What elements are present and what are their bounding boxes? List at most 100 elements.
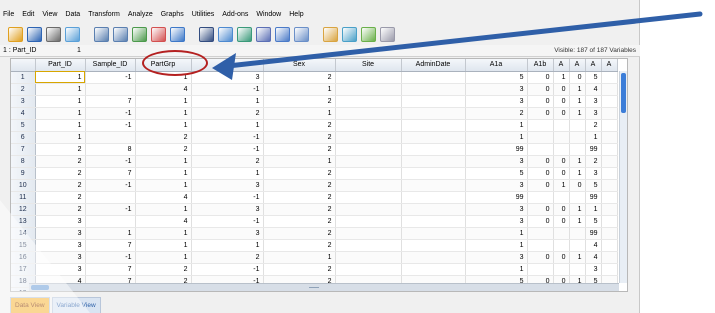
- row-number[interactable]: 11: [11, 191, 36, 204]
- data-cell[interactable]: [601, 167, 618, 180]
- data-cell[interactable]: 3: [465, 155, 528, 168]
- data-cell[interactable]: [601, 71, 618, 84]
- menu-item-help[interactable]: Help: [289, 8, 303, 22]
- data-cell[interactable]: 1: [569, 155, 586, 168]
- data-cell[interactable]: [401, 71, 466, 84]
- data-cell[interactable]: 0: [553, 95, 570, 108]
- data-cell[interactable]: 0: [553, 203, 570, 216]
- data-cell[interactable]: -1: [85, 107, 136, 120]
- data-cell[interactable]: 3: [465, 95, 528, 108]
- data-cell[interactable]: 3: [465, 215, 528, 228]
- data-cell[interactable]: -1: [191, 191, 264, 204]
- data-cell[interactable]: [401, 119, 466, 132]
- data-cell[interactable]: 1: [569, 107, 586, 120]
- data-cell[interactable]: 1: [35, 83, 86, 96]
- data-cell[interactable]: [335, 95, 402, 108]
- data-cell[interactable]: 0: [527, 83, 554, 96]
- data-cell[interactable]: [335, 143, 402, 156]
- data-cell[interactable]: 2: [191, 155, 264, 168]
- data-cell[interactable]: [527, 119, 554, 132]
- data-cell[interactable]: [401, 131, 466, 144]
- data-cell[interactable]: 3: [585, 107, 602, 120]
- data-cell[interactable]: 7: [85, 95, 136, 108]
- data-cell[interactable]: 2: [263, 167, 336, 180]
- data-cell[interactable]: [335, 71, 402, 84]
- row-number[interactable]: 1: [11, 71, 36, 84]
- print-icon[interactable]: [46, 26, 61, 42]
- menu-item-view[interactable]: View: [42, 8, 57, 22]
- data-cell[interactable]: [335, 131, 402, 144]
- data-cell[interactable]: [553, 131, 570, 144]
- data-cell[interactable]: [401, 167, 466, 180]
- data-cell[interactable]: [553, 143, 570, 156]
- column-header[interactable]: Site: [335, 59, 402, 72]
- row-number[interactable]: 2: [11, 83, 36, 96]
- data-cell[interactable]: [601, 131, 618, 144]
- data-cell[interactable]: 0: [527, 155, 554, 168]
- data-cell[interactable]: 1: [263, 83, 336, 96]
- data-cell[interactable]: 0: [527, 215, 554, 228]
- data-cell[interactable]: 3: [465, 251, 528, 264]
- data-cell[interactable]: [335, 191, 402, 204]
- goto-case-icon[interactable]: [132, 26, 147, 42]
- data-cell[interactable]: [335, 251, 402, 264]
- insert-variable-icon[interactable]: [237, 26, 252, 42]
- data-cell[interactable]: 1: [263, 155, 336, 168]
- data-cell[interactable]: [335, 119, 402, 132]
- data-cell[interactable]: 4: [585, 239, 602, 252]
- data-cell[interactable]: 1: [35, 95, 86, 108]
- data-cell[interactable]: [85, 191, 136, 204]
- data-cell[interactable]: 1: [135, 179, 192, 192]
- vertical-scroll-thumb[interactable]: [621, 73, 626, 113]
- column-header[interactable]: Sample_ID: [85, 59, 136, 72]
- data-cell[interactable]: 1: [135, 107, 192, 120]
- data-cell[interactable]: -1: [85, 119, 136, 132]
- data-cell[interactable]: [85, 215, 136, 228]
- data-cell[interactable]: 3: [191, 203, 264, 216]
- column-header[interactable]: A: [569, 59, 586, 72]
- data-cell[interactable]: 2: [35, 155, 86, 168]
- data-cell[interactable]: 99: [465, 143, 528, 156]
- data-cell[interactable]: 5: [465, 71, 528, 84]
- data-cell[interactable]: 2: [35, 143, 86, 156]
- column-header[interactable]: A1a: [465, 59, 528, 72]
- use-sets-icon[interactable]: [342, 26, 357, 42]
- data-cell[interactable]: -1: [85, 71, 136, 84]
- insert-cases-icon[interactable]: [218, 26, 233, 42]
- data-cell[interactable]: [601, 143, 618, 156]
- data-cell[interactable]: [401, 251, 466, 264]
- data-cell[interactable]: [335, 179, 402, 192]
- data-cell[interactable]: [601, 203, 618, 216]
- cell-value-field[interactable]: 1: [77, 45, 81, 57]
- data-cell[interactable]: 1: [135, 119, 192, 132]
- data-cell[interactable]: 0: [527, 71, 554, 84]
- data-cell[interactable]: 5: [585, 215, 602, 228]
- menu-item-window[interactable]: Window: [256, 8, 281, 22]
- data-cell[interactable]: 1: [569, 215, 586, 228]
- data-cell[interactable]: 1: [135, 227, 192, 240]
- data-cell[interactable]: 0: [527, 251, 554, 264]
- data-cell[interactable]: 1: [135, 71, 192, 84]
- menu-item-transform[interactable]: Transform: [88, 8, 120, 22]
- data-cell[interactable]: 1: [465, 119, 528, 132]
- data-cell[interactable]: 1: [465, 263, 528, 276]
- data-cell[interactable]: [569, 143, 586, 156]
- data-cell[interactable]: -1: [85, 155, 136, 168]
- data-cell[interactable]: [569, 227, 586, 240]
- data-cell[interactable]: 5: [585, 71, 602, 84]
- data-cell[interactable]: 0: [553, 215, 570, 228]
- row-number[interactable]: 8: [11, 155, 36, 168]
- data-cell[interactable]: [601, 83, 618, 96]
- data-cell[interactable]: 2: [263, 179, 336, 192]
- row-number[interactable]: 12: [11, 203, 36, 216]
- data-cell[interactable]: 2: [263, 203, 336, 216]
- split-file-icon[interactable]: [256, 26, 271, 42]
- data-cell[interactable]: 3: [191, 71, 264, 84]
- data-cell[interactable]: 2: [263, 119, 336, 132]
- data-cell[interactable]: 1: [135, 239, 192, 252]
- data-cell[interactable]: 0: [527, 167, 554, 180]
- column-header[interactable]: A: [601, 59, 618, 72]
- data-cell[interactable]: 3: [465, 83, 528, 96]
- data-cell[interactable]: [569, 131, 586, 144]
- save-icon[interactable]: [27, 26, 42, 42]
